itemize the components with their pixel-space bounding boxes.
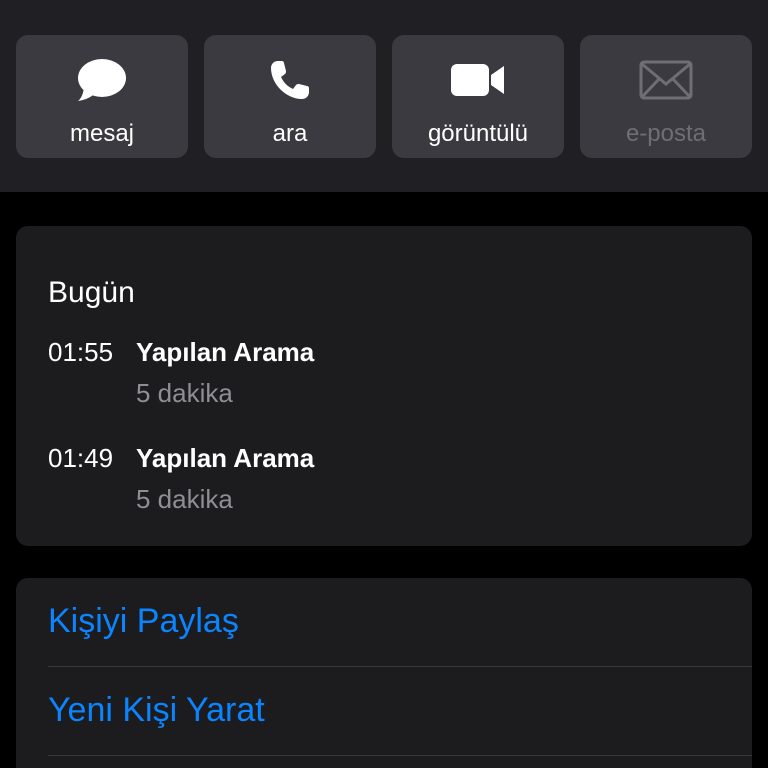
video-camera-icon: [392, 57, 564, 103]
call-time: 01:55: [48, 337, 114, 367]
call-time: 01:49: [48, 443, 114, 473]
video-button[interactable]: görüntülü: [392, 35, 564, 158]
envelope-icon: [580, 57, 752, 103]
action-bar: mesaj ara görüntülü e-posta: [0, 0, 768, 192]
call-row: 01:49 Yapılan Arama 5 dakika: [48, 443, 728, 523]
contact-actions-card: Kişiyi Paylaş Yeni Kişi Yarat: [16, 578, 752, 768]
share-contact-row[interactable]: Kişiyi Paylaş: [48, 578, 752, 666]
call-type: Yapılan Arama: [136, 443, 315, 473]
call-button[interactable]: ara: [204, 35, 376, 158]
day-title: Bugün: [48, 276, 135, 309]
email-button[interactable]: e-posta: [580, 35, 752, 158]
call-type: Yapılan Arama: [136, 337, 315, 367]
create-contact-row[interactable]: Yeni Kişi Yarat: [48, 667, 752, 755]
call-duration: 5 dakika: [136, 484, 233, 514]
call-duration: 5 dakika: [136, 378, 233, 408]
message-button-label: mesaj: [69, 120, 135, 147]
call-row: 01:55 Yapılan Arama 5 dakika: [48, 337, 728, 417]
phone-icon: [204, 57, 376, 103]
call-button-label: ara: [272, 120, 308, 147]
message-bubble-icon: [16, 57, 188, 103]
share-contact-link[interactable]: Kişiyi Paylaş: [48, 602, 239, 641]
contact-detail-screen: mesaj ara görüntülü e-posta Bugün 01:55 …: [0, 0, 768, 768]
video-button-label: görüntülü: [427, 120, 529, 147]
create-contact-link[interactable]: Yeni Kişi Yarat: [48, 691, 265, 730]
row-divider: [48, 755, 752, 756]
recent-calls-card: Bugün 01:55 Yapılan Arama 5 dakika 01:49…: [16, 226, 752, 546]
message-button[interactable]: mesaj: [16, 35, 188, 158]
email-button-label: e-posta: [625, 120, 707, 147]
